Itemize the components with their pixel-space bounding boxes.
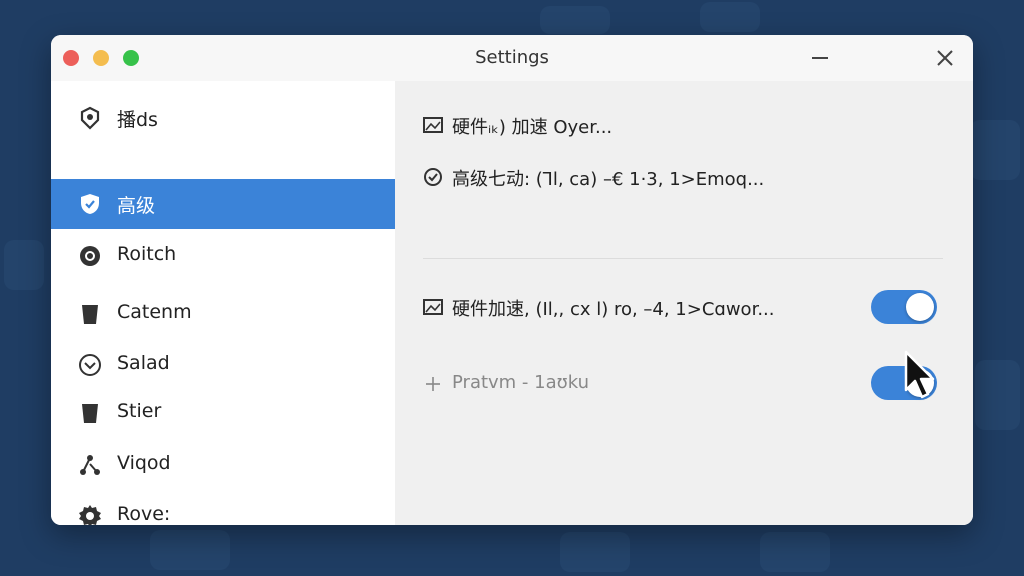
chevron-circle-icon xyxy=(78,353,102,377)
background-decoration xyxy=(975,360,1020,430)
setting-label: Pratvm - 1aʊku xyxy=(452,372,590,393)
sidebar-item-7[interactable]: Rove: xyxy=(51,491,395,525)
sidebar-item-2[interactable]: Roitch xyxy=(51,231,395,281)
bin-icon xyxy=(78,401,102,425)
sidebar-item-label: Stier xyxy=(117,400,162,422)
sidebar-item-label: Catenm xyxy=(117,301,192,323)
sidebar-item-label: 高级 xyxy=(117,195,156,217)
background-decoration xyxy=(150,530,230,570)
hardware-acceleration-toggle[interactable] xyxy=(871,290,937,324)
settings-window: Settings 播ds 高级 Roitch Catenm Salad Stie… xyxy=(51,35,973,525)
background-decoration xyxy=(760,532,830,572)
shield-icon xyxy=(78,192,102,216)
close-icon[interactable] xyxy=(930,43,960,73)
minimize-icon[interactable] xyxy=(805,43,835,73)
sidebar-item-advanced[interactable]: 高级 xyxy=(51,179,395,229)
image-icon xyxy=(423,297,443,317)
setting-label: 硬件加速, (Ⅰl,, cx l) ro, –4, 1>Cɑwor... xyxy=(452,299,775,320)
setting-label: 硬件ᵢₖ) 加速 Oyer... xyxy=(452,117,613,138)
sidebar-item-6[interactable]: Viqod xyxy=(51,440,395,490)
toggle-knob xyxy=(906,293,934,321)
image-icon xyxy=(423,115,443,135)
title-bar: Settings xyxy=(51,35,973,81)
share-icon xyxy=(78,453,102,477)
sidebar-item-3[interactable]: Catenm xyxy=(51,289,395,339)
mouse-cursor-icon xyxy=(904,350,936,400)
sidebar-item-label: 播ds xyxy=(117,109,158,131)
sidebar-item-5[interactable]: Stier xyxy=(51,388,395,438)
gear-icon xyxy=(78,504,102,525)
background-decoration xyxy=(560,532,630,572)
circle-check-icon xyxy=(423,167,443,187)
background-decoration xyxy=(700,2,760,32)
bin-icon xyxy=(78,302,102,326)
setting-row[interactable]: 硬件ᵢₖ) 加速 Oyer... xyxy=(423,111,943,139)
sidebar-item-label: Rove: xyxy=(117,503,171,525)
sidebar: 播ds 高级 Roitch Catenm Salad Stier Viqod R… xyxy=(51,81,395,525)
sidebar-item-label: Viqod xyxy=(117,452,171,474)
setting-label: 高级七动: (Ꞁl, ca) –€ 1·3, 1>Emoq... xyxy=(452,169,765,190)
background-decoration xyxy=(4,240,44,290)
background-decoration xyxy=(540,6,610,34)
sidebar-item-label: Roitch xyxy=(117,243,177,265)
sidebar-item-4[interactable]: Salad xyxy=(51,340,395,390)
setting-row: 硬件加速, (Ⅰl,, cx l) ro, –4, 1>Cɑwor... xyxy=(423,293,843,321)
badge-icon xyxy=(78,106,102,130)
setting-row[interactable]: 高级七动: (Ꞁl, ca) –€ 1·3, 1>Emoq... xyxy=(423,163,943,191)
sidebar-item-label: Salad xyxy=(117,352,170,374)
circle-icon xyxy=(78,244,102,268)
sidebar-item-0[interactable]: 播ds xyxy=(51,93,395,143)
setting-row: Pratvm - 1aʊku xyxy=(423,370,843,398)
plus-icon xyxy=(423,374,443,394)
settings-content: 硬件ᵢₖ) 加速 Oyer... 高级七动: (Ꞁl, ca) –€ 1·3, … xyxy=(395,81,973,525)
divider xyxy=(423,258,943,259)
background-decoration xyxy=(970,120,1020,180)
